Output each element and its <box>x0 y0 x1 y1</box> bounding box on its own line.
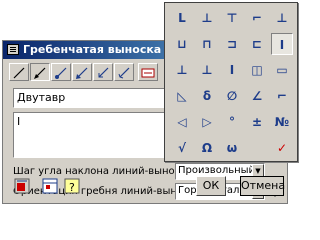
palette-symbol[interactable]: ⊏ <box>246 33 268 55</box>
line-tool-button[interactable] <box>9 63 29 81</box>
arrow-left-button[interactable] <box>114 63 134 81</box>
text-line-1-value: Двутавр <box>17 91 66 104</box>
palette-symbol[interactable] <box>246 137 268 159</box>
help-icon[interactable]: ? <box>64 178 80 194</box>
palette-symbol[interactable]: ⊥ <box>196 59 218 81</box>
palette-symbol[interactable]: ⊥ <box>196 7 218 29</box>
palette-symbol[interactable]: ± <box>246 111 268 133</box>
palette-symbol[interactable]: ⊐ <box>221 33 243 55</box>
palette-symbol[interactable]: ° <box>221 111 243 133</box>
palette-symbol[interactable]: ∅ <box>221 85 243 107</box>
app-icon <box>7 44 19 55</box>
arrow-down-left-icon <box>76 67 88 79</box>
box-icon <box>141 68 155 78</box>
text-line-2-value: I <box>17 115 21 128</box>
table-icon[interactable] <box>42 178 58 194</box>
palette-symbol[interactable]: ◫ <box>246 59 268 81</box>
box-button[interactable] <box>138 63 158 81</box>
palette-symbol[interactable]: √ <box>171 137 193 159</box>
palette-symbol[interactable]: ⊓ <box>196 33 218 55</box>
arrow-left-icon <box>118 67 130 79</box>
line-tool-icon <box>13 67 25 79</box>
arrow-dot-button[interactable] <box>30 63 50 81</box>
angle-step-value: Произвольный <box>178 165 256 176</box>
dot-line-icon <box>55 67 67 79</box>
palette-symbol[interactable]: ⊥ <box>271 7 293 29</box>
palette-symbol[interactable]: ∠ <box>246 85 268 107</box>
svg-text:?: ? <box>69 181 75 194</box>
arrow-dot-icon <box>34 67 46 79</box>
palette-symbol[interactable]: ▭ <box>271 59 293 81</box>
ok-button[interactable]: ОК <box>196 176 226 196</box>
palette-symbol[interactable]: ⌐ <box>271 85 293 107</box>
text-style-icon[interactable] <box>14 178 30 194</box>
symbol-palette: L ⊥ ⊤ ⌐ ⊥ ⊔ ⊓ ⊐ ⊏ I ⊥ ⊥ I ◫ ▭ ◺ δ ∅ ∠ ⌐ ◁ ▷ ° ± № √ Ωω ✓ <box>164 2 298 162</box>
cancel-button[interactable]: Отмена <box>240 176 285 196</box>
arrow-diagonal-icon <box>98 67 109 78</box>
palette-symbol[interactable]: ◁ <box>171 111 193 133</box>
dialog-title: Гребенчатая выноска <box>23 43 162 56</box>
palette-symbol[interactable]: I <box>221 59 243 81</box>
arrow-diagonal-button[interactable] <box>93 63 113 81</box>
palette-symbol[interactable]: ▷ <box>196 111 218 133</box>
palette-symbol[interactable]: ⊤ <box>221 7 243 29</box>
palette-symbol[interactable]: ◺ <box>171 85 193 107</box>
palette-symbol[interactable]: ⊔ <box>171 33 193 55</box>
palette-symbol[interactable]: L <box>171 7 193 29</box>
palette-symbol[interactable]: ⊥ <box>171 59 193 81</box>
palette-symbol[interactable]: Ω <box>196 137 218 159</box>
palette-symbol[interactable]: δ <box>196 85 218 107</box>
palette-symbol[interactable]: ⌐ <box>246 7 268 29</box>
palette-symbol[interactable]: ω <box>221 137 243 159</box>
arrow-down-left-button[interactable] <box>72 63 92 81</box>
palette-symbol[interactable]: № <box>271 111 293 133</box>
palette-symbol[interactable]: I <box>271 33 293 55</box>
palette-symbol[interactable]: ✓ <box>271 137 293 159</box>
angle-step-label: Шаг угла наклона линий-выносок <box>13 166 193 177</box>
dot-line-button[interactable] <box>51 63 71 81</box>
